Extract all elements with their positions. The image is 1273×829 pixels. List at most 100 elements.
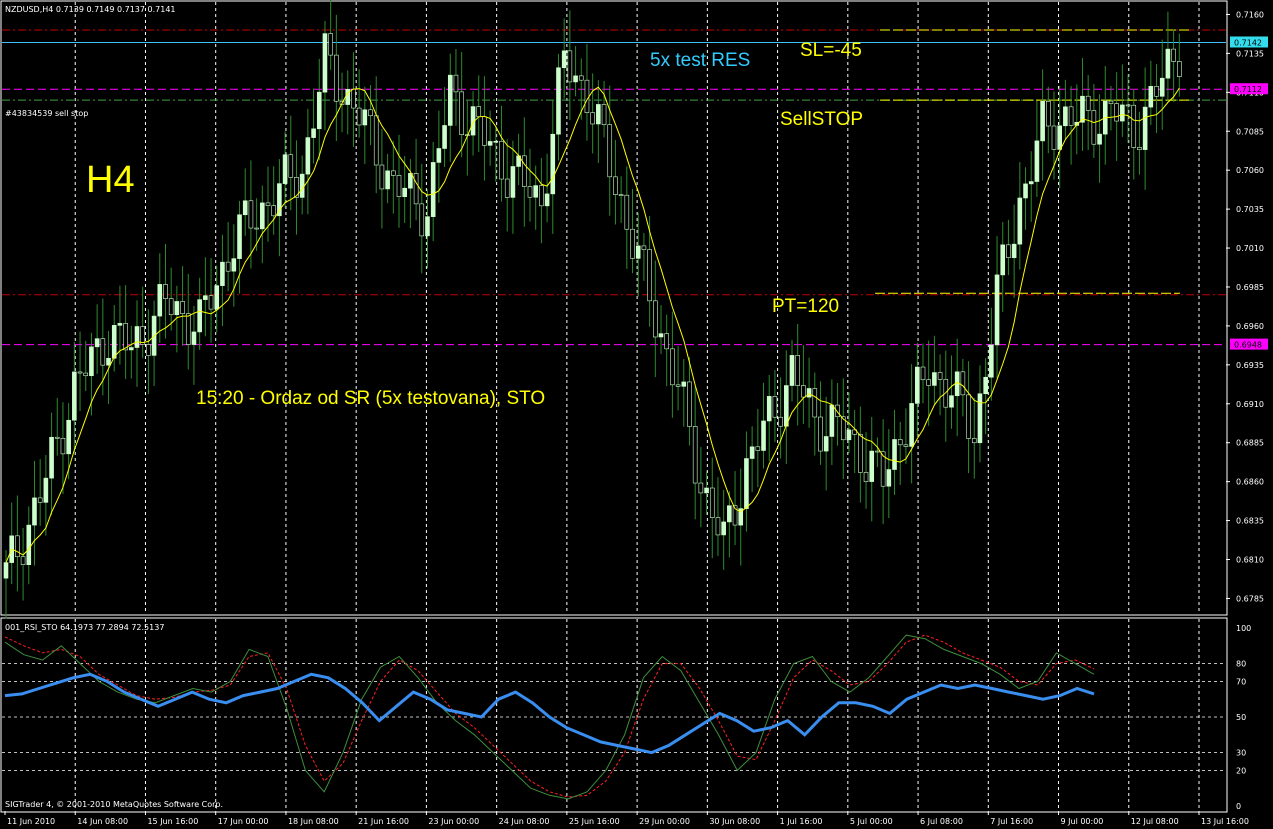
candle-body bbox=[419, 203, 425, 237]
price-label: 0.6885 bbox=[1236, 439, 1264, 448]
candle-body bbox=[687, 381, 692, 427]
candle-body bbox=[351, 88, 356, 109]
candle-body bbox=[709, 487, 715, 518]
candle-body bbox=[994, 274, 1000, 346]
candle-body bbox=[1063, 106, 1068, 127]
candle-body bbox=[920, 366, 926, 381]
candle-body bbox=[937, 372, 943, 380]
candle-body bbox=[482, 116, 487, 146]
symbol-info: NZDUSD,H4 0.7139 0.7149 0.7137 0.7141 bbox=[5, 5, 176, 14]
candle-body bbox=[379, 164, 385, 190]
candle-body bbox=[971, 438, 977, 444]
price-marker-text: 0.7112 bbox=[1234, 85, 1262, 94]
candle-body bbox=[989, 344, 994, 378]
candle-body bbox=[1040, 100, 1045, 142]
indicator-label: 70 bbox=[1236, 677, 1246, 686]
indicator-label: 0 bbox=[1236, 802, 1241, 811]
time-label: 30 Jun 08:00 bbox=[709, 817, 760, 826]
candle-body bbox=[197, 299, 202, 333]
time-label: 9 Jul 00:00 bbox=[1061, 817, 1104, 826]
candle-body bbox=[578, 75, 584, 81]
candle-body bbox=[1057, 125, 1062, 150]
candle-body bbox=[727, 505, 732, 523]
candle-body bbox=[322, 33, 328, 93]
candle-body bbox=[550, 133, 556, 195]
candle-body bbox=[607, 124, 613, 178]
footer-copyright: SIGTrader 4, © 2001-2010 MetaQuotes Soft… bbox=[5, 800, 223, 809]
candle-body bbox=[932, 372, 937, 386]
candle-body bbox=[761, 420, 766, 451]
candle-body bbox=[231, 258, 237, 272]
price-label: 0.7010 bbox=[1236, 244, 1264, 253]
candle-body bbox=[858, 434, 863, 473]
candle-body bbox=[675, 384, 681, 387]
candle-body bbox=[459, 91, 464, 136]
candle-body bbox=[430, 162, 436, 217]
candle-body bbox=[373, 115, 379, 166]
candle-body bbox=[453, 74, 459, 93]
candle-body bbox=[1148, 86, 1154, 108]
candle-body bbox=[601, 104, 607, 125]
candle-body bbox=[926, 379, 931, 386]
candle-body bbox=[596, 104, 601, 125]
candle-body bbox=[590, 112, 595, 125]
time-label: 17 Jun 00:00 bbox=[218, 817, 269, 826]
candle-body bbox=[447, 74, 453, 126]
order-label: #43834539 sell stop bbox=[5, 109, 88, 118]
candle-body bbox=[829, 404, 835, 437]
candle-body bbox=[795, 355, 800, 386]
candle-body bbox=[168, 298, 174, 316]
candle-body bbox=[1177, 61, 1182, 77]
candle-body bbox=[180, 301, 185, 314]
candle-body bbox=[584, 79, 590, 113]
candle-body bbox=[744, 458, 749, 509]
candle-body bbox=[863, 472, 869, 482]
resistance-annotation: 5x test RES bbox=[650, 50, 750, 71]
price-label: 0.6810 bbox=[1236, 555, 1264, 564]
candle-body bbox=[1125, 104, 1131, 107]
trading-chart[interactable]: 0.71600.71350.71100.70850.70600.70350.70… bbox=[0, 0, 1273, 829]
candle-body bbox=[1068, 106, 1074, 126]
candle-body bbox=[1171, 48, 1176, 62]
time-label: 1 Jul 16:00 bbox=[780, 817, 823, 826]
candle-body bbox=[174, 301, 180, 316]
candle-body bbox=[499, 140, 504, 180]
candle-body bbox=[818, 416, 823, 452]
candle-body bbox=[89, 346, 94, 377]
candle-body bbox=[203, 295, 208, 300]
candle-body bbox=[368, 109, 373, 117]
candle-body bbox=[692, 426, 698, 484]
time-label: 13 Jul 16:00 bbox=[1201, 817, 1249, 826]
candle-body bbox=[1023, 183, 1028, 199]
candle-body bbox=[123, 323, 128, 351]
candle-body bbox=[134, 326, 140, 348]
candle-body bbox=[789, 355, 795, 386]
candle-body bbox=[766, 396, 772, 422]
indicator-label: 100 bbox=[1236, 624, 1251, 633]
candle-body bbox=[487, 141, 493, 146]
candle-body bbox=[157, 284, 163, 317]
candle-body bbox=[510, 166, 516, 198]
candle-body bbox=[1091, 110, 1097, 145]
candle-body bbox=[356, 107, 362, 126]
candle-body bbox=[299, 173, 305, 198]
candle-body bbox=[111, 325, 117, 359]
price-label: 0.6860 bbox=[1236, 478, 1264, 487]
time-label: 5 Jul 00:00 bbox=[850, 817, 893, 826]
candle-body bbox=[442, 125, 447, 149]
candle-body bbox=[658, 333, 664, 338]
time-label: 15 Jun 16:00 bbox=[147, 817, 198, 826]
candle-body bbox=[413, 173, 419, 205]
candle-body bbox=[698, 482, 704, 494]
price-label: 0.7060 bbox=[1236, 166, 1264, 175]
candle-body bbox=[1114, 103, 1119, 122]
profit-target-annotation: PT=120 bbox=[772, 296, 839, 317]
candle-body bbox=[117, 323, 123, 326]
candle-body bbox=[504, 178, 510, 198]
candle-body bbox=[260, 202, 265, 230]
time-label: 23 Jun 00:00 bbox=[428, 817, 479, 826]
candle-body bbox=[72, 371, 77, 421]
candle-body bbox=[749, 446, 755, 459]
time-label: 6 Jul 08:00 bbox=[920, 817, 963, 826]
candle-body bbox=[784, 385, 789, 427]
